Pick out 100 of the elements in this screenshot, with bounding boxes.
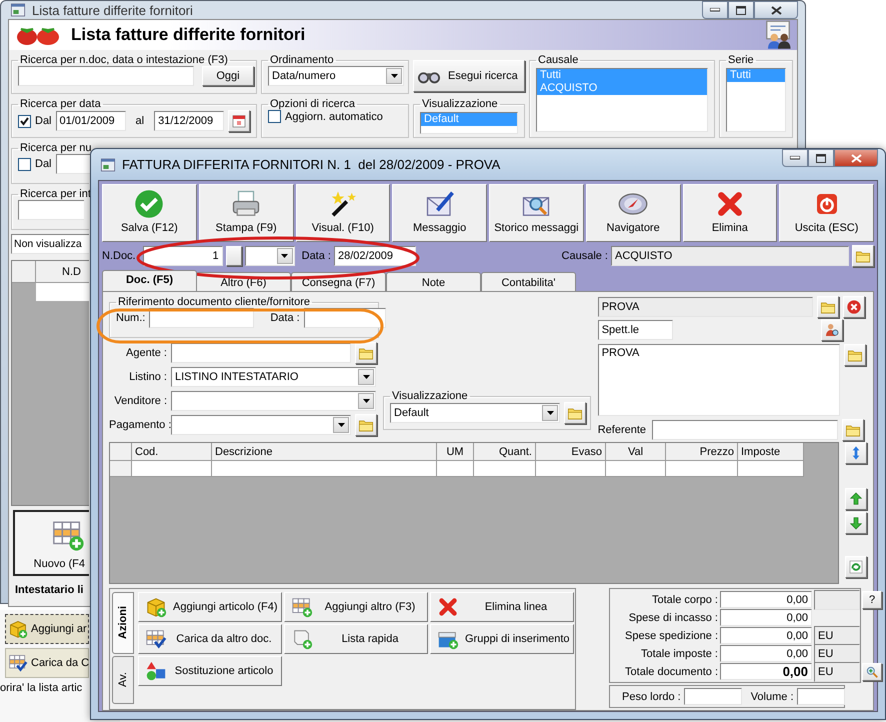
new-button[interactable]: Nuovo (F4 (13, 510, 89, 576)
help-button[interactable]: ? (862, 590, 882, 608)
column-header[interactable]: Imposte (738, 443, 804, 461)
refresh-icon (848, 559, 864, 575)
folder-button[interactable] (355, 414, 377, 436)
amount-field[interactable]: 0,00 (720, 591, 812, 608)
folder-button[interactable] (355, 342, 377, 364)
column-header[interactable]: Descrizione (212, 443, 437, 461)
search-field[interactable] (18, 200, 84, 220)
close-button[interactable] (834, 149, 878, 167)
caret-icon (390, 74, 398, 78)
toolbar-button[interactable]: Stampa (F9) (198, 184, 294, 242)
action-button[interactable]: Aggiungi articolo (F4) (138, 592, 282, 622)
dropdown[interactable]: Default (390, 403, 560, 423)
action-button[interactable]: Elimina linea (430, 592, 574, 622)
column-header[interactable]: Quant. (474, 443, 536, 461)
action-button[interactable]: Carica da altro doc. (138, 624, 282, 654)
person-search-button[interactable] (820, 319, 843, 341)
tab[interactable]: Azioni (112, 592, 134, 654)
amount-field[interactable]: 0,00 (720, 609, 812, 626)
toolbar-button[interactable]: Navigatore (586, 184, 680, 242)
today-button[interactable]: Oggi (202, 66, 254, 86)
search-field[interactable] (18, 66, 194, 86)
move-up-button[interactable] (845, 488, 867, 510)
field-label: Venditore : (113, 395, 167, 407)
text-field[interactable] (171, 343, 351, 363)
action-button[interactable]: Carica da C (5, 648, 89, 678)
action-button[interactable]: Aggiungi altro (F3) (284, 592, 428, 622)
toolbar-button[interactable]: Uscita (ESC) (779, 184, 874, 242)
dropdown[interactable]: Data/numero (268, 66, 404, 86)
text-field[interactable] (684, 688, 742, 705)
text-field[interactable]: PROVA (598, 297, 813, 317)
move-down-button[interactable] (845, 512, 867, 534)
currency-field[interactable]: EU (814, 644, 860, 664)
checkbox[interactable] (18, 158, 31, 170)
remove-button[interactable] (842, 296, 865, 318)
minimize-button[interactable] (702, 1, 728, 19)
tab[interactable]: Note (386, 272, 481, 291)
small-button[interactable] (226, 246, 242, 266)
dropdown[interactable] (171, 391, 376, 411)
toolbar-button[interactable]: Storico messaggi (489, 184, 584, 242)
tab[interactable]: Doc. (F5) (102, 270, 197, 291)
total-label: Totale imposte : (640, 648, 718, 660)
dropdown[interactable] (244, 246, 295, 266)
amount-field[interactable]: 0,00 (720, 663, 812, 680)
text-field[interactable] (814, 590, 860, 610)
folder-button[interactable] (816, 296, 839, 318)
text-field[interactable] (652, 420, 838, 440)
folder-button[interactable] (842, 419, 864, 441)
action-button[interactable]: Sostituzione articolo (138, 656, 282, 686)
checkbox[interactable] (268, 110, 281, 123)
number-field[interactable]: 1 (142, 246, 223, 266)
column-header[interactable]: Evaso (536, 443, 606, 461)
toolbar-button[interactable]: Messaggio (392, 184, 487, 242)
dropdown[interactable]: LISTINO INTESTATARIO (171, 367, 376, 387)
calendar-button[interactable] (228, 110, 250, 132)
toolbar-button[interactable]: Elimina (682, 184, 778, 242)
column-header[interactable]: Val (606, 443, 666, 461)
currency-field[interactable]: EU (814, 626, 860, 646)
dropdown[interactable]: Non visualizza (11, 234, 89, 254)
dropdown[interactable] (171, 415, 351, 435)
column-header[interactable]: UM (437, 443, 474, 461)
action-button[interactable]: Gruppi di inserimento (430, 624, 574, 654)
group-label: Ricerca per n.doc, data o intestazione (F3) (19, 54, 229, 66)
date-field[interactable]: 01/01/2009 (56, 111, 126, 131)
maximize-button[interactable] (808, 149, 834, 167)
folder-button[interactable] (844, 344, 866, 366)
toolbar-button[interactable]: Salva (F12) (102, 184, 197, 242)
refresh-button[interactable] (845, 556, 867, 578)
page-heading: Lista fatture differite fornitori (71, 25, 306, 45)
action-button[interactable]: Aggiungi ar (5, 614, 89, 644)
date-field[interactable]: 28/02/2009 (334, 246, 416, 266)
action-button[interactable]: Lista rapida (284, 624, 428, 654)
zoom-button[interactable] (862, 662, 882, 680)
column-header[interactable]: Cod. (132, 443, 212, 461)
column-header[interactable]: Prezzo (666, 443, 738, 461)
amount-field[interactable]: 0,00 (720, 627, 812, 644)
table-cell (110, 461, 132, 477)
folder-button[interactable] (564, 402, 586, 424)
search-button[interactable]: Esegui ricerca (413, 60, 525, 92)
checkbox[interactable] (18, 114, 31, 128)
number-field[interactable] (56, 154, 90, 174)
maximize-button[interactable] (728, 1, 754, 19)
currency-field[interactable]: EU (814, 662, 860, 682)
close-icon (846, 299, 862, 315)
folder-button[interactable] (852, 245, 874, 267)
address-field[interactable]: PROVA (598, 344, 840, 416)
text-field[interactable]: ACQUISTO (611, 246, 849, 266)
date-field[interactable]: 31/12/2009 (154, 111, 224, 131)
tab[interactable]: Av. (112, 656, 134, 704)
close-icon (770, 6, 782, 14)
amount-field[interactable]: 0,00 (720, 645, 812, 662)
close-button[interactable] (754, 1, 798, 19)
tab[interactable]: Contabilita' (481, 272, 576, 291)
toolbar-button[interactable]: Visual. (F10) (296, 184, 390, 242)
text-field[interactable]: Spett.le (598, 320, 673, 340)
move-button[interactable] (845, 442, 867, 464)
minimize-button[interactable] (782, 149, 808, 167)
text-field[interactable] (796, 688, 845, 705)
caret-icon (362, 375, 370, 379)
